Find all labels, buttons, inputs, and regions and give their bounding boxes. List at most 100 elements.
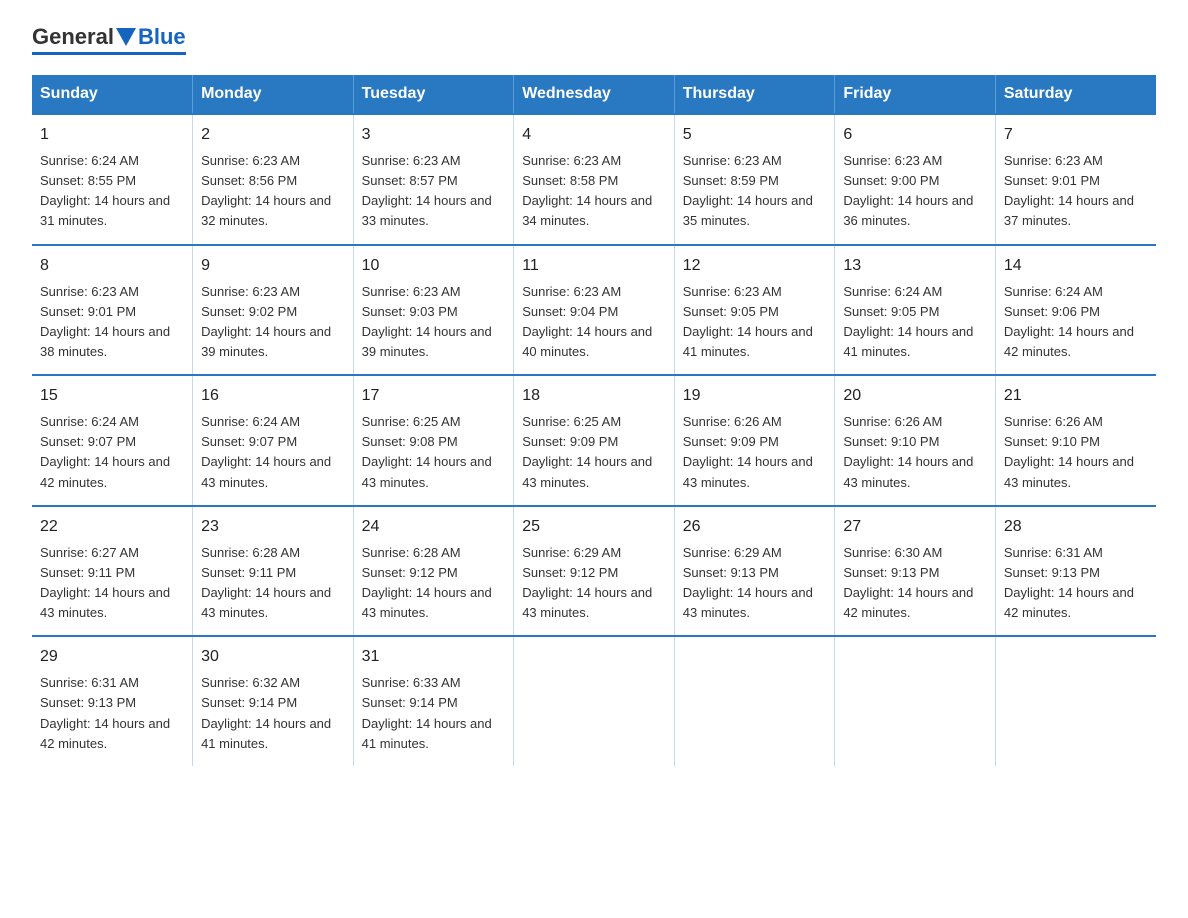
day-number: 22 xyxy=(40,515,184,539)
day-number: 4 xyxy=(522,123,666,147)
day-number: 3 xyxy=(362,123,506,147)
day-number: 27 xyxy=(843,515,987,539)
day-number: 24 xyxy=(362,515,506,539)
day-info: Sunrise: 6:26 AMSunset: 9:09 PMDaylight:… xyxy=(683,414,813,489)
day-number: 6 xyxy=(843,123,987,147)
weekday-header-wednesday: Wednesday xyxy=(514,75,675,114)
calendar-cell: 27 Sunrise: 6:30 AMSunset: 9:13 PMDayligh… xyxy=(835,506,996,637)
day-info: Sunrise: 6:26 AMSunset: 9:10 PMDaylight:… xyxy=(1004,414,1134,489)
day-info: Sunrise: 6:23 AMSunset: 8:56 PMDaylight:… xyxy=(201,153,331,228)
calendar-cell: 4Sunrise: 6:23 AMSunset: 8:58 PMDaylight… xyxy=(514,114,675,245)
day-info: Sunrise: 6:23 AMSunset: 9:04 PMDaylight:… xyxy=(522,284,652,359)
day-number: 11 xyxy=(522,254,666,278)
calendar-cell: 24Sunrise: 6:28 AMSunset: 9:12 PMDayligh… xyxy=(353,506,514,637)
day-number: 23 xyxy=(201,515,345,539)
calendar-cell: 7Sunrise: 6:23 AMSunset: 9:01 PMDaylight… xyxy=(995,114,1156,245)
calendar-cell: 19 Sunrise: 6:26 AMSunset: 9:09 PMDayligh… xyxy=(674,375,835,506)
day-number: 10 xyxy=(362,254,506,278)
day-info: Sunrise: 6:24 AMSunset: 9:07 PMDaylight:… xyxy=(201,414,331,489)
day-number: 14 xyxy=(1004,254,1148,278)
day-number: 8 xyxy=(40,254,184,278)
day-number: 18 xyxy=(522,384,666,408)
day-info: Sunrise: 6:27 AMSunset: 9:11 PMDaylight:… xyxy=(40,545,170,620)
calendar-week-row: 8 Sunrise: 6:23 AMSunset: 9:01 PMDaylight… xyxy=(32,245,1156,376)
calendar-cell: 11 Sunrise: 6:23 AMSunset: 9:04 PMDayligh… xyxy=(514,245,675,376)
weekday-header-sunday: Sunday xyxy=(32,75,193,114)
calendar-cell: 26 Sunrise: 6:29 AMSunset: 9:13 PMDayligh… xyxy=(674,506,835,637)
day-info: Sunrise: 6:23 AMSunset: 9:05 PMDaylight:… xyxy=(683,284,813,359)
day-info: Sunrise: 6:24 AMSunset: 9:06 PMDaylight:… xyxy=(1004,284,1134,359)
calendar-week-row: 1Sunrise: 6:24 AMSunset: 8:55 PMDaylight… xyxy=(32,114,1156,245)
calendar-cell: 9 Sunrise: 6:23 AMSunset: 9:02 PMDaylight… xyxy=(193,245,354,376)
day-info: Sunrise: 6:24 AMSunset: 9:07 PMDaylight:… xyxy=(40,414,170,489)
day-info: Sunrise: 6:30 AMSunset: 9:13 PMDaylight:… xyxy=(843,545,973,620)
day-info: Sunrise: 6:25 AMSunset: 9:09 PMDaylight:… xyxy=(522,414,652,489)
weekday-header-tuesday: Tuesday xyxy=(353,75,514,114)
day-number: 28 xyxy=(1004,515,1148,539)
calendar-cell: 30 Sunrise: 6:32 AMSunset: 9:14 PMDayligh… xyxy=(193,636,354,766)
calendar-cell: 2 Sunrise: 6:23 AMSunset: 8:56 PMDaylight… xyxy=(193,114,354,245)
calendar-cell: 25 Sunrise: 6:29 AMSunset: 9:12 PMDayligh… xyxy=(514,506,675,637)
day-info: Sunrise: 6:31 AMSunset: 9:13 PMDaylight:… xyxy=(1004,545,1134,620)
day-info: Sunrise: 6:24 AMSunset: 8:55 PMDaylight:… xyxy=(40,153,170,228)
calendar-cell: 21Sunrise: 6:26 AMSunset: 9:10 PMDayligh… xyxy=(995,375,1156,506)
day-info: Sunrise: 6:23 AMSunset: 9:03 PMDaylight:… xyxy=(362,284,492,359)
calendar-cell: 18 Sunrise: 6:25 AMSunset: 9:09 PMDayligh… xyxy=(514,375,675,506)
day-info: Sunrise: 6:23 AMSunset: 9:01 PMDaylight:… xyxy=(40,284,170,359)
calendar-cell: 22 Sunrise: 6:27 AMSunset: 9:11 PMDayligh… xyxy=(32,506,193,637)
day-info: Sunrise: 6:31 AMSunset: 9:13 PMDaylight:… xyxy=(40,675,170,750)
calendar-cell xyxy=(835,636,996,766)
day-info: Sunrise: 6:25 AMSunset: 9:08 PMDaylight:… xyxy=(362,414,492,489)
day-number: 13 xyxy=(843,254,987,278)
day-info: Sunrise: 6:26 AMSunset: 9:10 PMDaylight:… xyxy=(843,414,973,489)
day-number: 26 xyxy=(683,515,827,539)
calendar-cell: 14 Sunrise: 6:24 AMSunset: 9:06 PMDayligh… xyxy=(995,245,1156,376)
day-number: 16 xyxy=(201,384,345,408)
calendar-cell: 28 Sunrise: 6:31 AMSunset: 9:13 PMDayligh… xyxy=(995,506,1156,637)
day-number: 9 xyxy=(201,254,345,278)
day-info: Sunrise: 6:32 AMSunset: 9:14 PMDaylight:… xyxy=(201,675,331,750)
calendar-cell: 23Sunrise: 6:28 AMSunset: 9:11 PMDayligh… xyxy=(193,506,354,637)
day-info: Sunrise: 6:23 AMSunset: 9:00 PMDaylight:… xyxy=(843,153,973,228)
calendar-table: SundayMondayTuesdayWednesdayThursdayFrid… xyxy=(32,75,1156,766)
logo-blue-text: Blue xyxy=(138,24,186,50)
calendar-cell: 8 Sunrise: 6:23 AMSunset: 9:01 PMDaylight… xyxy=(32,245,193,376)
calendar-cell: 6 Sunrise: 6:23 AMSunset: 9:00 PMDaylight… xyxy=(835,114,996,245)
logo: General Blue xyxy=(32,24,186,55)
weekday-header-friday: Friday xyxy=(835,75,996,114)
day-info: Sunrise: 6:33 AMSunset: 9:14 PMDaylight:… xyxy=(362,675,492,750)
calendar-cell: 12 Sunrise: 6:23 AMSunset: 9:05 PMDayligh… xyxy=(674,245,835,376)
calendar-cell: 15 Sunrise: 6:24 AMSunset: 9:07 PMDayligh… xyxy=(32,375,193,506)
logo-triangle-icon xyxy=(116,28,136,46)
day-info: Sunrise: 6:29 AMSunset: 9:13 PMDaylight:… xyxy=(683,545,813,620)
day-number: 30 xyxy=(201,645,345,669)
weekday-header-row: SundayMondayTuesdayWednesdayThursdayFrid… xyxy=(32,75,1156,114)
day-number: 19 xyxy=(683,384,827,408)
day-info: Sunrise: 6:23 AMSunset: 9:02 PMDaylight:… xyxy=(201,284,331,359)
weekday-header-thursday: Thursday xyxy=(674,75,835,114)
calendar-cell xyxy=(995,636,1156,766)
calendar-week-row: 15 Sunrise: 6:24 AMSunset: 9:07 PMDayligh… xyxy=(32,375,1156,506)
calendar-week-row: 22 Sunrise: 6:27 AMSunset: 9:11 PMDayligh… xyxy=(32,506,1156,637)
calendar-cell: 16 Sunrise: 6:24 AMSunset: 9:07 PMDayligh… xyxy=(193,375,354,506)
calendar-cell: 1Sunrise: 6:24 AMSunset: 8:55 PMDaylight… xyxy=(32,114,193,245)
logo-general-text: General xyxy=(32,24,114,50)
calendar-cell: 5 Sunrise: 6:23 AMSunset: 8:59 PMDaylight… xyxy=(674,114,835,245)
calendar-week-row: 29 Sunrise: 6:31 AMSunset: 9:13 PMDayligh… xyxy=(32,636,1156,766)
day-number: 29 xyxy=(40,645,184,669)
day-info: Sunrise: 6:23 AMSunset: 9:01 PMDaylight:… xyxy=(1004,153,1134,228)
day-info: Sunrise: 6:24 AMSunset: 9:05 PMDaylight:… xyxy=(843,284,973,359)
day-number: 5 xyxy=(683,123,827,147)
weekday-header-monday: Monday xyxy=(193,75,354,114)
day-number: 12 xyxy=(683,254,827,278)
calendar-cell xyxy=(514,636,675,766)
day-number: 15 xyxy=(40,384,184,408)
day-number: 2 xyxy=(201,123,345,147)
day-info: Sunrise: 6:23 AMSunset: 8:59 PMDaylight:… xyxy=(683,153,813,228)
calendar-cell: 3Sunrise: 6:23 AMSunset: 8:57 PMDaylight… xyxy=(353,114,514,245)
day-info: Sunrise: 6:29 AMSunset: 9:12 PMDaylight:… xyxy=(522,545,652,620)
day-number: 25 xyxy=(522,515,666,539)
calendar-cell: 10 Sunrise: 6:23 AMSunset: 9:03 PMDayligh… xyxy=(353,245,514,376)
day-number: 31 xyxy=(362,645,506,669)
weekday-header-saturday: Saturday xyxy=(995,75,1156,114)
